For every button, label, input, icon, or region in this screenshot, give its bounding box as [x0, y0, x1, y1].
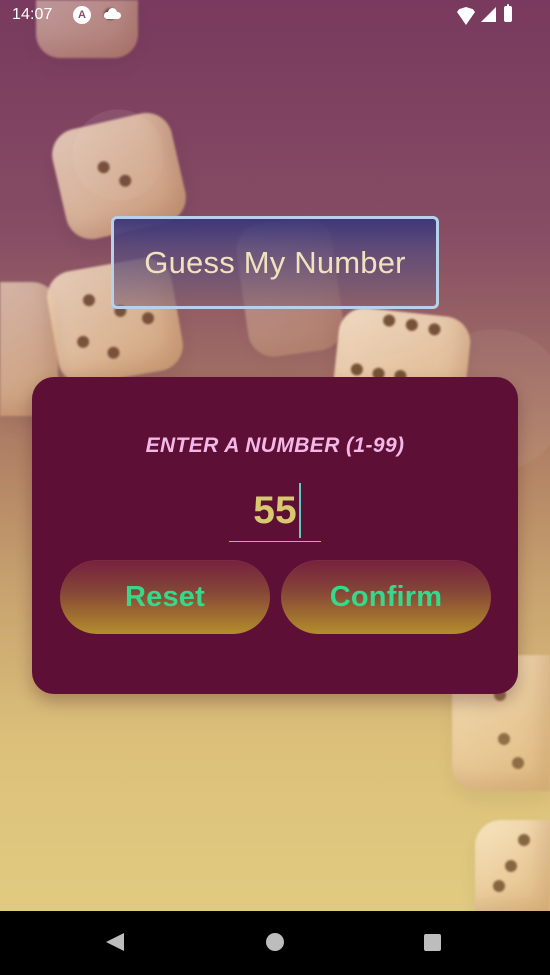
die-pip: [512, 757, 524, 769]
navigation-bar: [0, 911, 550, 975]
die-pip: [382, 313, 396, 328]
die-pip: [505, 860, 517, 872]
die-pip: [96, 160, 111, 175]
die-pip: [493, 880, 505, 892]
die-pip: [106, 345, 121, 360]
home-icon[interactable]: [266, 933, 284, 951]
number-prompt: ENTER A NUMBER (1-99): [145, 434, 405, 457]
die-pip: [350, 362, 364, 377]
back-icon[interactable]: [106, 933, 124, 951]
number-input[interactable]: [229, 480, 321, 542]
page-title: Guess My Number: [111, 216, 439, 309]
die-pip: [82, 293, 96, 308]
app-screen: 14:07 A Guess My Number ENTER A NUMBER (…: [0, 0, 550, 975]
guess-card: ENTER A NUMBER (1-99) Reset Confirm: [32, 377, 518, 694]
die-pip: [141, 311, 155, 326]
wifi-icon: [457, 7, 475, 23]
die-pip: [76, 334, 91, 349]
die-pip: [427, 322, 442, 336]
app-badge-icon: A: [73, 6, 91, 24]
die-pip: [118, 173, 133, 188]
confirm-button[interactable]: Confirm: [281, 560, 491, 634]
text-caret: [299, 483, 301, 538]
die-pip: [498, 733, 510, 745]
cloud-icon: [102, 8, 122, 19]
status-time: 14:07: [12, 6, 53, 23]
signal-icon: [481, 7, 496, 22]
die-pip: [405, 318, 419, 332]
reset-button[interactable]: Reset: [60, 560, 270, 634]
die-pip: [518, 834, 530, 846]
status-bar: 14:07 A: [0, 0, 550, 30]
background-die: [475, 820, 550, 915]
battery-icon: [504, 4, 512, 22]
recent-apps-icon[interactable]: [424, 934, 441, 951]
